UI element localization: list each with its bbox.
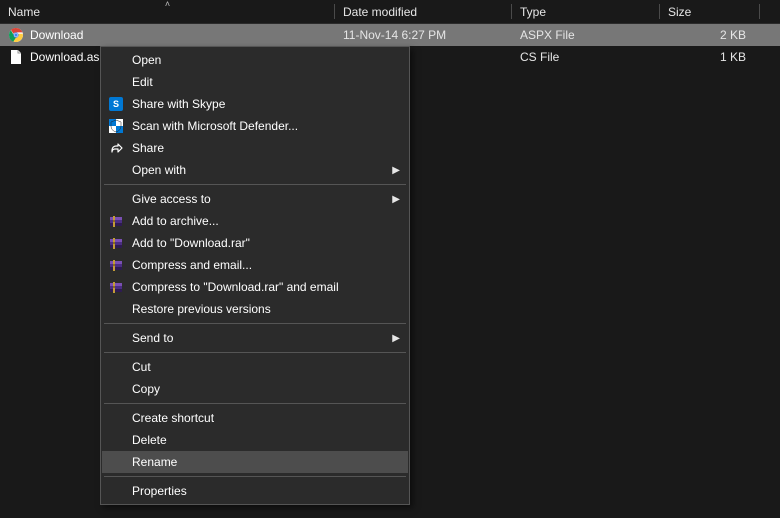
context-menu-label: Compress and email...: [126, 258, 400, 272]
blank-icon: [106, 330, 126, 346]
share-icon: [106, 140, 126, 156]
cell-type: ASPX File: [512, 24, 660, 46]
context-menu-item[interactable]: Scan with Microsoft Defender...: [102, 115, 408, 137]
context-menu-label: Share with Skype: [126, 97, 400, 111]
context-menu-separator: [104, 403, 406, 404]
file-explorer-detail-view: Name ˄ Date modified Type Size Download 1…: [0, 0, 780, 518]
column-label: Type: [520, 5, 546, 19]
context-menu-item[interactable]: Edit: [102, 71, 408, 93]
context-menu-item[interactable]: Give access to▶: [102, 188, 408, 210]
skype-icon: S: [106, 96, 126, 112]
cell-type: CS File: [512, 46, 660, 68]
context-menu-label: Edit: [126, 75, 400, 89]
cell-size: 2 KB: [660, 24, 760, 46]
blank-icon: [106, 454, 126, 470]
column-header-row: Name ˄ Date modified Type Size: [0, 0, 780, 24]
column-header-date[interactable]: Date modified: [335, 0, 512, 23]
blank-icon: [106, 432, 126, 448]
context-menu-item[interactable]: Create shortcut: [102, 407, 408, 429]
column-label: Size: [668, 5, 691, 19]
context-menu-label: Rename: [126, 455, 400, 469]
context-menu-separator: [104, 323, 406, 324]
blank-icon: [106, 410, 126, 426]
cell-name: Download: [0, 24, 335, 46]
context-menu-label: Create shortcut: [126, 411, 400, 425]
context-menu-item[interactable]: Send to▶: [102, 327, 408, 349]
context-menu-label: Cut: [126, 360, 400, 374]
blank-icon: [106, 191, 126, 207]
context-menu-label: Give access to: [126, 192, 388, 206]
context-menu-item[interactable]: Properties: [102, 480, 408, 502]
context-menu-label: Scan with Microsoft Defender...: [126, 119, 400, 133]
context-menu-item[interactable]: Cut: [102, 356, 408, 378]
context-menu-label: Add to "Download.rar": [126, 236, 400, 250]
winrar-icon: [106, 213, 126, 229]
winrar-icon: [106, 279, 126, 295]
context-menu-item[interactable]: Delete: [102, 429, 408, 451]
file-name: Download: [30, 28, 83, 42]
context-menu-label: Restore previous versions: [126, 302, 400, 316]
blank-icon: [106, 162, 126, 178]
blank-icon: [106, 74, 126, 90]
file-icon: [8, 49, 24, 65]
blank-icon: [106, 483, 126, 499]
context-menu-label: Delete: [126, 433, 400, 447]
submenu-arrow-icon: ▶: [388, 333, 400, 344]
column-header-size[interactable]: Size: [660, 0, 760, 23]
winrar-icon: [106, 257, 126, 273]
context-menu-label: Open: [126, 53, 400, 67]
context-menu-label: Add to archive...: [126, 214, 400, 228]
sort-ascending-icon: ˄: [165, 0, 170, 9]
cell-size: 1 KB: [660, 46, 760, 68]
context-menu-item[interactable]: Restore previous versions: [102, 298, 408, 320]
file-name: Download.as: [30, 50, 99, 64]
context-menu-label: Open with: [126, 163, 388, 177]
context-menu-separator: [104, 352, 406, 353]
blank-icon: [106, 301, 126, 317]
blank-icon: [106, 52, 126, 68]
chrome-icon: [8, 27, 24, 43]
blank-icon: [106, 359, 126, 375]
context-menu-item[interactable]: Add to archive...: [102, 210, 408, 232]
winrar-icon: [106, 235, 126, 251]
context-menu-label: Send to: [126, 331, 388, 345]
file-row[interactable]: Download 11-Nov-14 6:27 PMASPX File2 KB: [0, 24, 780, 46]
column-header-name[interactable]: Name ˄: [0, 0, 335, 23]
context-menu-item[interactable]: S Share with Skype: [102, 93, 408, 115]
svg-text:S: S: [113, 99, 119, 109]
submenu-arrow-icon: ▶: [388, 194, 400, 205]
context-menu-item[interactable]: Compress and email...: [102, 254, 408, 276]
submenu-arrow-icon: ▶: [388, 165, 400, 176]
cell-date: 11-Nov-14 6:27 PM: [335, 24, 512, 46]
context-menu-separator: [104, 476, 406, 477]
context-menu-item[interactable]: Open with▶: [102, 159, 408, 181]
context-menu-separator: [104, 184, 406, 185]
defender-icon: [106, 118, 126, 134]
context-menu-label: Copy: [126, 382, 400, 396]
blank-icon: [106, 381, 126, 397]
column-label: Date modified: [343, 5, 417, 19]
context-menu-label: Compress to "Download.rar" and email: [126, 280, 400, 294]
context-menu-label: Properties: [126, 484, 400, 498]
context-menu-label: Share: [126, 141, 400, 155]
context-menu-item[interactable]: Copy: [102, 378, 408, 400]
context-menu-item[interactable]: Compress to "Download.rar" and email: [102, 276, 408, 298]
context-menu: Open Edit S Share with Skype Scan with Micro…: [100, 46, 410, 505]
context-menu-item[interactable]: Add to "Download.rar": [102, 232, 408, 254]
context-menu-item[interactable]: Open: [102, 49, 408, 71]
context-menu-item[interactable]: Share: [102, 137, 408, 159]
context-menu-item[interactable]: Rename: [102, 451, 408, 473]
column-header-type[interactable]: Type: [512, 0, 660, 23]
column-resize-handle[interactable]: [759, 4, 760, 19]
column-label: Name: [8, 5, 40, 19]
